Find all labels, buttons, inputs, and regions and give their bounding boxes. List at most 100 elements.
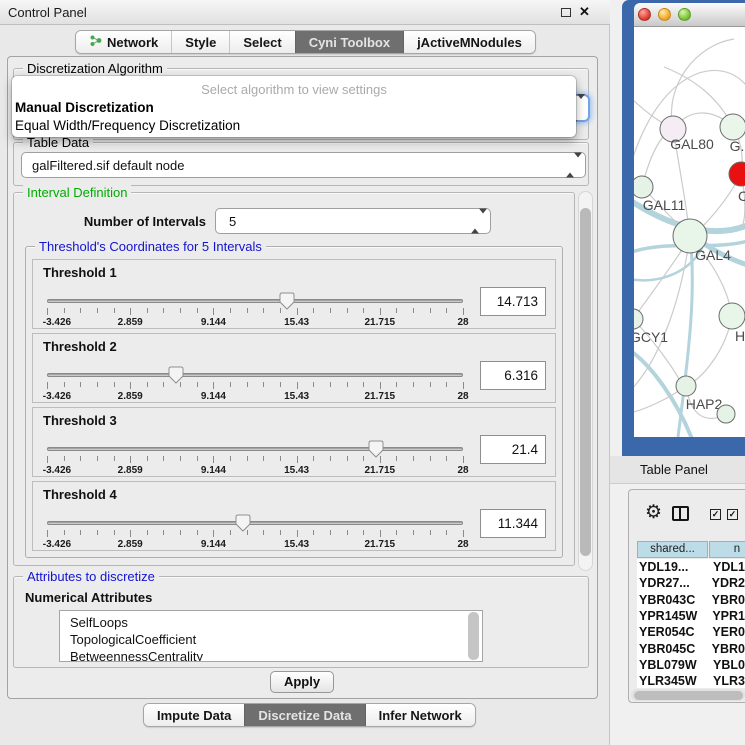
gear-icon[interactable]: ⚙ <box>645 501 662 524</box>
float-window-icon[interactable] <box>561 8 571 17</box>
tab-infer-network[interactable]: Infer Network <box>365 704 475 726</box>
table-row[interactable]: YBR043CYBR0 <box>637 592 745 608</box>
control-panel-titlebar <box>0 0 610 25</box>
cell-name: YPR1 <box>707 609 745 623</box>
slider-thumb[interactable] <box>168 366 184 384</box>
columns-icon[interactable] <box>672 506 689 521</box>
checkbox-icon[interactable]: ✓ <box>710 509 721 520</box>
threshold-slider[interactable]: -3.4262.8599.14415.4321.71528 <box>47 514 463 550</box>
interval-definition-label: Interval Definition <box>23 185 131 200</box>
table-row[interactable]: YLR345WYLR3 <box>637 673 745 688</box>
table-row[interactable]: YPR145WYPR1 <box>637 608 745 624</box>
network-node-label: H <box>735 328 745 344</box>
tab-style[interactable]: Style <box>171 31 229 53</box>
numerical-attributes-list[interactable]: SelfLoopsTopologicalCoefficientBetweenne… <box>59 610 483 662</box>
slider-ticks <box>47 382 463 390</box>
checkbox-icon[interactable]: ✓ <box>727 509 738 520</box>
slider-ticks <box>47 456 463 464</box>
table-row[interactable]: YER054CYER0 <box>637 624 745 640</box>
threshold-value-field[interactable]: 14.713 <box>480 287 546 316</box>
zoom-traffic-light-icon[interactable] <box>678 8 691 21</box>
network-node[interactable] <box>634 176 653 198</box>
network-node[interactable] <box>634 309 643 329</box>
minimize-traffic-light-icon[interactable] <box>658 8 671 21</box>
network-node-label: C <box>738 188 745 204</box>
slider-thumb[interactable] <box>279 292 295 310</box>
threshold-slider[interactable]: -3.4262.8599.14415.4321.71528 <box>47 366 463 402</box>
dropdown-option-equal-width[interactable]: Equal Width/Frequency Discretization <box>15 118 240 133</box>
combo-arrows-icon[interactable] <box>471 214 480 229</box>
tab-cyni-toolbox[interactable]: Cyni Toolbox <box>295 31 403 53</box>
slider-ticks <box>47 308 463 316</box>
toolbox-tabs: Network Style Select Cyni Toolbox jActiveMNo… <box>75 30 536 54</box>
column-header-name[interactable]: n <box>709 541 745 558</box>
apply-button[interactable]: Apply <box>270 671 334 693</box>
tab-discretize-data[interactable]: Discretize Data <box>244 704 364 726</box>
network-node[interactable] <box>676 376 696 396</box>
slider-track[interactable] <box>47 521 463 525</box>
network-node[interactable] <box>729 162 745 186</box>
close-icon[interactable]: ✕ <box>579 4 590 20</box>
tab-impute-data[interactable]: Impute Data <box>144 704 244 726</box>
tab-label: Discretize Data <box>258 708 351 723</box>
slider-scale-labels: -3.4262.8599.14415.4321.71528 <box>47 539 463 551</box>
tab-jactivemnodules[interactable]: jActiveMNodules <box>403 31 535 53</box>
tab-select[interactable]: Select <box>229 31 294 53</box>
number-of-intervals-label: Number of Intervals <box>70 214 206 229</box>
thresholds-group: Threshold's Coordinates for 5 Intervals … <box>25 246 563 558</box>
attribute-list-item[interactable]: TopologicalCoefficient <box>70 631 482 648</box>
close-traffic-light-icon[interactable] <box>638 8 651 21</box>
screen: Control Panel ✕ Network Style Select Cyni T… <box>0 0 745 745</box>
slider-scale-labels: -3.4262.8599.14415.4321.71528 <box>47 317 463 329</box>
network-node[interactable] <box>717 405 735 423</box>
cell-shared-name: YER054C <box>637 625 707 639</box>
control-panel: Control Panel ✕ Network Style Select Cyni T… <box>0 0 610 745</box>
threshold-value-field[interactable]: 6.316 <box>480 361 546 390</box>
network-canvas[interactable]: GAL80G.CGAL11GAL4GCY1HHAP2 <box>634 27 745 437</box>
threshold-slider[interactable]: -3.4262.8599.14415.4321.71528 <box>47 440 463 476</box>
cell-name: YDL1 <box>708 560 745 574</box>
column-header-shared-name[interactable]: shared... <box>637 541 708 558</box>
dropdown-option-manual[interactable]: Manual Discretization <box>15 100 154 115</box>
threshold-slider[interactable]: -3.4262.8599.14415.4321.71528 <box>47 292 463 328</box>
tab-network[interactable]: Network <box>76 31 171 53</box>
cell-name: YLR3 <box>708 674 745 688</box>
panel-title: Control Panel <box>8 5 87 20</box>
network-node[interactable] <box>720 114 745 140</box>
tab-label: Impute Data <box>157 708 231 723</box>
threshold-2-box: Threshold 2 -3.4262.8599.14415.4321.71528… <box>32 333 556 403</box>
numerical-attributes-label: Numerical Attributes <box>25 590 152 605</box>
tab-label: Style <box>185 35 216 50</box>
attribute-list-item[interactable]: BetweennessCentrality <box>70 648 482 662</box>
attributes-scrollbar-thumb[interactable] <box>468 612 479 660</box>
algorithm-dropdown-popup: Select algorithm to view settings Manual… <box>12 76 576 137</box>
slider-track[interactable] <box>47 299 463 303</box>
threshold-value-field[interactable]: 21.4 <box>480 435 546 464</box>
combo-arrows-icon[interactable] <box>566 158 575 173</box>
number-of-intervals-combobox[interactable]: 5 <box>215 208 491 234</box>
threshold-3-box: Threshold 3 -3.4262.8599.14415.4321.71528… <box>32 407 556 477</box>
threshold-label: Threshold 3 <box>43 413 117 428</box>
threshold-value-field[interactable]: 11.344 <box>480 509 546 538</box>
slider-ticks <box>47 530 463 538</box>
table-data-combobox[interactable]: galFiltered.sif default node <box>21 152 586 178</box>
table-hscrollbar-thumb[interactable] <box>634 691 743 700</box>
number-of-intervals-value: 5 <box>229 209 236 234</box>
table-row[interactable]: YDL19...YDL1 <box>637 559 745 575</box>
slider-thumb[interactable] <box>368 440 384 458</box>
tab-label: Select <box>243 35 281 50</box>
cell-name: YBL0 <box>708 658 745 672</box>
tab-label: jActiveMNodules <box>417 35 522 50</box>
tab-label: Network <box>107 35 158 50</box>
attribute-list-item[interactable]: SelfLoops <box>70 614 482 631</box>
table-row[interactable]: YBR045CYBR0 <box>637 640 745 656</box>
settings-scrollbar-thumb[interactable] <box>580 208 591 556</box>
slider-thumb[interactable] <box>235 514 251 532</box>
threshold-label: Threshold 2 <box>43 339 117 354</box>
network-node[interactable] <box>719 303 745 329</box>
table-row[interactable]: YBL079WYBL0 <box>637 657 745 673</box>
slider-track[interactable] <box>47 447 463 451</box>
slider-scale-labels: -3.4262.8599.14415.4321.71528 <box>47 465 463 477</box>
table-row[interactable]: YDR27...YDR2 <box>637 575 745 591</box>
slider-track[interactable] <box>47 373 463 377</box>
